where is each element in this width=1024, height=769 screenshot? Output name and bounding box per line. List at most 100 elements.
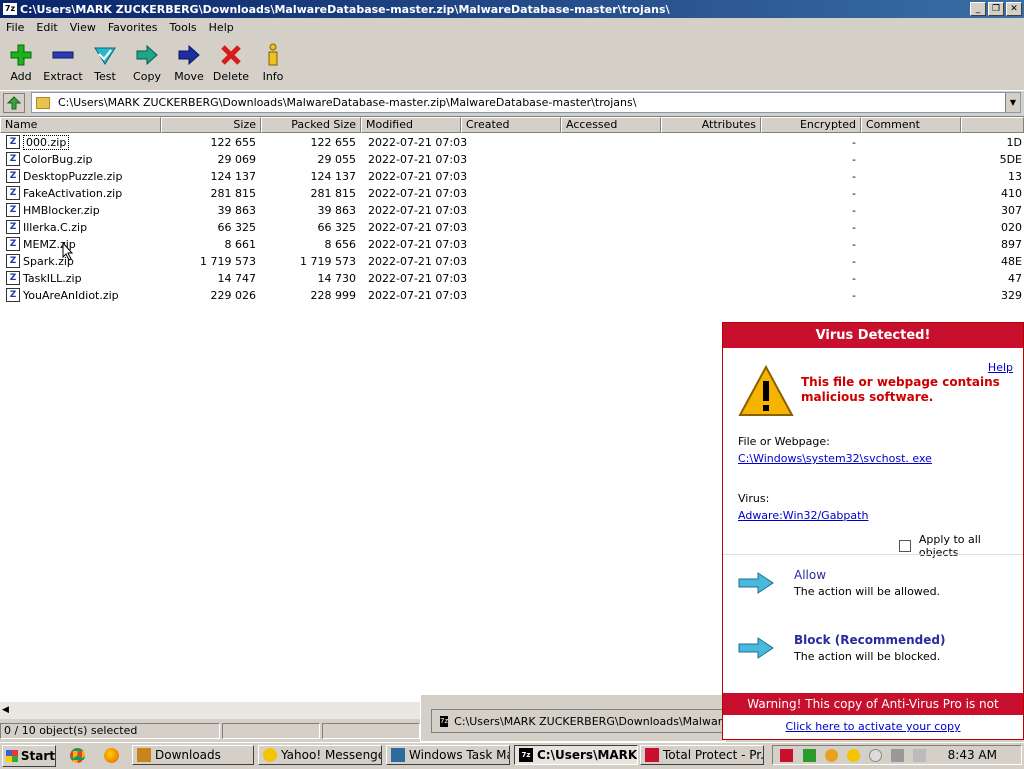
- table-row[interactable]: Z YouAreAnIdiot.zip 229 026 228 999 2022…: [0, 287, 1024, 304]
- info-label: Info: [262, 70, 284, 83]
- allow-option[interactable]: Allow The action will be allowed.: [738, 568, 1008, 608]
- menu-help[interactable]: Help: [203, 21, 240, 34]
- table-row[interactable]: Z ColorBug.zip 29 069 29 055 2022-07-21 …: [0, 151, 1024, 168]
- virus-name-link[interactable]: Adware:Win32/Gabpath: [738, 509, 868, 522]
- file-modified: 2022-07-21 07:03: [368, 170, 468, 183]
- volume-icon[interactable]: [913, 749, 926, 762]
- block-option[interactable]: Block (Recommended) The action will be b…: [738, 633, 1008, 673]
- column-name[interactable]: Name: [0, 117, 161, 133]
- column-comment[interactable]: Comment: [861, 117, 961, 133]
- column-size[interactable]: Size: [161, 117, 261, 133]
- task-task-manager[interactable]: Windows Task Ma...: [386, 745, 510, 765]
- chrome-icon[interactable]: [70, 748, 85, 763]
- close-button[interactable]: ✕: [1006, 2, 1022, 16]
- scroll-left-icon[interactable]: ◀: [2, 705, 9, 715]
- file-name: TaskILL.zip: [23, 272, 82, 285]
- task-7zip[interactable]: 7z C:\Users\MARK...: [514, 745, 638, 765]
- task-total-protect[interactable]: Total Protect - Pr...: [640, 745, 764, 765]
- file-encrypted: -: [852, 238, 856, 251]
- search-tray-icon[interactable]: [825, 749, 838, 762]
- display-tray-icon[interactable]: [891, 749, 904, 762]
- file-size: 29 069: [217, 153, 257, 166]
- messenger-tray-icon[interactable]: [847, 749, 860, 762]
- smiley-icon: [263, 748, 277, 762]
- horizontal-scrollbar[interactable]: ◀: [0, 702, 420, 719]
- menu-file[interactable]: File: [0, 21, 30, 34]
- table-row[interactable]: Z FakeActivation.zip 281 815 281 815 202…: [0, 185, 1024, 202]
- test-button[interactable]: Test: [84, 38, 126, 88]
- file-size: 14 747: [217, 272, 257, 285]
- column-packed-size[interactable]: Packed Size: [261, 117, 361, 133]
- table-row[interactable]: Z TaskILL.zip 14 747 14 730 2022-07-21 0…: [0, 270, 1024, 287]
- file-packed-size: 66 325: [317, 221, 357, 234]
- help-link[interactable]: Help: [988, 361, 1013, 374]
- add-button[interactable]: Add: [0, 38, 42, 88]
- table-row[interactable]: Z Spark.zip 1 719 573 1 719 573 2022-07-…: [0, 253, 1024, 270]
- menu-favorites[interactable]: Favorites: [102, 21, 164, 34]
- table-row[interactable]: Z 000.zip 122 655 122 655 2022-07-21 07:…: [0, 134, 1024, 151]
- column-crc[interactable]: [961, 117, 1024, 133]
- table-row[interactable]: Z HMBlocker.zip 39 863 39 863 2022-07-21…: [0, 202, 1024, 219]
- file-name: Illerka.C.zip: [23, 221, 88, 234]
- copy-button[interactable]: Copy: [126, 38, 168, 88]
- background-window-path: C:\Users\MARK ZUCKERBERG\Downloads\Malwa…: [454, 714, 726, 728]
- table-row[interactable]: Z Illerka.C.zip 66 325 66 325 2022-07-21…: [0, 219, 1024, 236]
- table-row[interactable]: Z MEMZ.zip 8 661 8 656 2022-07-21 07:03 …: [0, 236, 1024, 261]
- zip-file-icon: Z: [6, 254, 20, 268]
- file-crc: 1D: [1006, 136, 1022, 149]
- minimize-button[interactable]: _: [970, 2, 986, 16]
- activation-warning: Warning! This copy of Anti-Virus Pro is …: [723, 693, 1023, 733]
- move-label: Move: [174, 70, 204, 83]
- menu-view[interactable]: View: [64, 21, 102, 34]
- menu-edit[interactable]: Edit: [30, 21, 63, 34]
- column-attributes[interactable]: Attributes: [661, 117, 761, 133]
- file-modified: 2022-07-21 07:03: [368, 187, 468, 200]
- column-accessed[interactable]: Accessed: [561, 117, 661, 133]
- address-row: C:\Users\MARK ZUCKERBERG\Downloads\Malwa…: [0, 90, 1024, 114]
- zip-file-icon: Z: [6, 186, 20, 200]
- column-modified[interactable]: Modified: [361, 117, 461, 133]
- antivirus-tray-icon[interactable]: [780, 749, 793, 762]
- background-window[interactable]: 7z C:\Users\MARK ZUCKERBERG\Downloads\Ma…: [420, 694, 727, 742]
- menu-tools[interactable]: Tools: [164, 21, 203, 34]
- file-label: File or Webpage:: [738, 435, 830, 448]
- file-name: ColorBug.zip: [23, 153, 93, 166]
- clock[interactable]: 8:43 AM: [948, 747, 997, 763]
- minus-icon: [50, 42, 76, 68]
- activate-link[interactable]: Click here to activate your copy: [723, 720, 1023, 733]
- up-folder-button[interactable]: [3, 93, 25, 113]
- minus-tray-icon[interactable]: [869, 749, 882, 762]
- file-path-link[interactable]: C:\Windows\system32\svchost. exe: [738, 452, 932, 465]
- network-tray-icon[interactable]: [803, 749, 816, 762]
- start-button[interactable]: Start: [2, 745, 56, 767]
- info-button[interactable]: Info: [252, 38, 294, 88]
- apply-all-checkbox[interactable]: Apply to all objects: [899, 533, 1023, 559]
- address-dropdown-button[interactable]: ▼: [1005, 93, 1020, 112]
- move-button[interactable]: Move: [168, 38, 210, 88]
- folder-icon: [137, 748, 151, 762]
- task-yahoo-messenger[interactable]: Yahoo! Messenger: [258, 745, 382, 765]
- file-size: 124 137: [210, 170, 257, 183]
- info-icon: [260, 42, 286, 68]
- address-path: C:\Users\MARK ZUCKERBERG\Downloads\Malwa…: [58, 96, 637, 109]
- file-name: 000.zip: [23, 135, 70, 150]
- zip-file-icon: Z: [6, 237, 20, 251]
- table-row[interactable]: Z DesktopPuzzle.zip 124 137 124 137 2022…: [0, 168, 1024, 185]
- plus-icon: [8, 42, 34, 68]
- firefox-icon[interactable]: [104, 748, 119, 763]
- popup-title: Virus Detected!: [723, 323, 1023, 348]
- 7zip-icon: 7z: [519, 748, 533, 762]
- checkbox-box[interactable]: [899, 540, 911, 552]
- delete-button[interactable]: Delete: [210, 38, 252, 88]
- background-window-title[interactable]: 7z C:\Users\MARK ZUCKERBERG\Downloads\Ma…: [431, 709, 727, 733]
- column-encrypted[interactable]: Encrypted: [761, 117, 861, 133]
- task-downloads[interactable]: Downloads: [132, 745, 254, 765]
- app-icon: 7z: [3, 3, 17, 15]
- maximize-button[interactable]: ❐: [988, 2, 1004, 16]
- extract-button[interactable]: Extract: [42, 38, 84, 88]
- column-created[interactable]: Created: [461, 117, 561, 133]
- taskbar: Start Downloads Yahoo! Messenger Windows…: [0, 742, 1024, 769]
- address-bar[interactable]: C:\Users\MARK ZUCKERBERG\Downloads\Malwa…: [31, 92, 1021, 113]
- menu-bar: File Edit View Favorites Tools Help: [0, 18, 1024, 37]
- task-manager-icon: [391, 748, 405, 762]
